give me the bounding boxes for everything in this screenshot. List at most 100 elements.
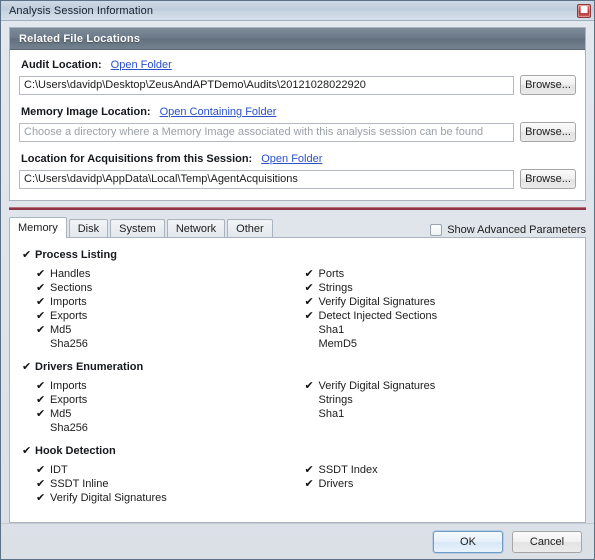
option-sections[interactable]: ✔ Sections [36,281,305,295]
cancel-button[interactable]: Cancel [512,530,582,553]
option-label: SSDT Index [318,464,378,476]
memory-image-location-browse-button[interactable]: Browse... [520,122,576,142]
option-label: Sections [50,282,93,294]
check-icon: ✔ [22,360,32,373]
option-ssdt-inline[interactable]: ✔ SSDT Inline [36,477,305,491]
option-drivers-imports[interactable]: ✔ Imports [36,379,305,393]
option-drivers-md5[interactable]: ✔ Md5 [36,407,305,421]
checkbox-box [430,224,443,236]
option-drivers-exports[interactable]: ✔ Exports [36,393,305,407]
option-sha256[interactable]: Sha256 [36,337,305,351]
dialog-content: Related File Locations Audit Location: O… [1,21,594,523]
check-icon: ✔ [304,477,314,490]
tab-other[interactable]: Other [227,219,273,238]
option-md5[interactable]: ✔ Md5 [36,323,305,337]
tab-strip: Memory Disk System Network Other Show Ad… [9,217,586,238]
check-icon: ✔ [304,309,314,322]
option-label: IDT [50,464,68,476]
acquisitions-location-input-line: Browse... [19,169,576,189]
section-label: Process Listing [35,249,117,261]
option-columns: ✔ Imports ✔ Exports ✔ Md5 Sha256 ✔ Verif… [22,379,573,435]
acquisitions-location-input[interactable] [19,169,514,189]
option-label: Strings [318,394,353,406]
option-column-left: ✔ IDT ✔ SSDT Inline ✔ Verify Digital Sig… [36,463,305,505]
check-icon: ✔ [36,295,46,308]
option-handles[interactable]: ✔ Handles [36,267,305,281]
memory-image-open-containing-folder-link[interactable]: Open Containing Folder [160,106,277,118]
option-detect-injected-sections[interactable]: ✔ Detect Injected Sections [305,309,574,323]
option-sha1[interactable]: Sha1 [305,323,574,337]
close-glyph: ■ [579,5,589,15]
option-label: Imports [50,296,87,308]
audit-location-input[interactable] [19,75,514,95]
window-title: Analysis Session Information [9,4,154,17]
option-column-left: ✔ Imports ✔ Exports ✔ Md5 Sha256 [36,379,305,435]
tab-system[interactable]: System [110,219,165,238]
option-verify-digital-signatures[interactable]: ✔ Verify Digital Signatures [305,295,574,309]
option-label: Sha1 [318,324,345,336]
option-column-right: ✔ SSDT Index ✔ Drivers [305,463,574,505]
tab-network[interactable]: Network [166,219,226,238]
memory-tab-panel: ✔ Process Listing ✔ Handles ✔ Sections ✔… [9,237,586,523]
option-label: SSDT Inline [50,478,109,490]
option-memd5[interactable]: MemD5 [305,337,574,351]
option-drivers-sha256[interactable]: Sha256 [36,421,305,435]
option-label: Verify Digital Signatures [318,380,436,392]
option-imports[interactable]: ✔ Imports [36,295,305,309]
option-label: Sha256 [50,338,88,350]
check-icon: ✔ [304,295,314,308]
show-advanced-parameters-checkbox[interactable]: Show Advanced Parameters [430,224,586,238]
close-icon[interactable]: ■ [577,3,591,18]
section-title-hook-detection[interactable]: ✔ Hook Detection [22,444,573,458]
option-strings[interactable]: ✔ Strings [305,281,574,295]
option-drivers-strings[interactable]: Strings [305,393,574,407]
option-columns: ✔ Handles ✔ Sections ✔ Imports ✔ Exports… [22,267,573,351]
option-label: Md5 [50,324,72,336]
audit-location-browse-button[interactable]: Browse... [520,75,576,95]
audit-location-open-folder-link[interactable]: Open Folder [111,59,172,71]
option-hook-verify-digital-signatures[interactable]: ✔ Verify Digital Signatures [36,491,305,505]
memory-image-location-label-line: Memory Image Location: Open Containing F… [19,106,576,118]
section-label: Hook Detection [35,445,116,457]
related-file-locations-panel: Related File Locations Audit Location: O… [9,27,586,201]
check-icon: ✔ [304,267,314,280]
tab-disk[interactable]: Disk [68,219,109,238]
check-icon: ✔ [304,281,314,294]
acquisitions-location-row: Location for Acquisitions from this Sess… [19,153,576,189]
audit-location-row: Audit Location: Open Folder Browse... [19,59,576,95]
section-title-drivers-enumeration[interactable]: ✔ Drivers Enumeration [22,360,573,374]
memory-image-location-input[interactable] [19,122,514,142]
check-icon: ✔ [36,393,46,406]
option-column-right: ✔ Verify Digital Signatures Strings Sha1 [305,379,574,435]
check-icon: ✔ [36,379,46,392]
option-hook-drivers[interactable]: ✔ Drivers [305,477,574,491]
option-section-process-listing: ✔ Process Listing ✔ Handles ✔ Sections ✔… [22,248,573,351]
memory-image-location-label: Memory Image Location: [21,106,151,118]
acquisitions-location-label-line: Location for Acquisitions from this Sess… [19,153,576,165]
acquisitions-location-browse-button[interactable]: Browse... [520,169,576,189]
acquisitions-location-open-folder-link[interactable]: Open Folder [261,153,322,165]
option-label: Sha256 [50,422,88,434]
acquisitions-location-label: Location for Acquisitions from this Sess… [21,153,253,165]
option-exports[interactable]: ✔ Exports [36,309,305,323]
option-label: Exports [50,310,88,322]
option-ports[interactable]: ✔ Ports [305,267,574,281]
check-icon: ✔ [36,281,46,294]
option-label: Verify Digital Signatures [318,296,436,308]
check-icon: ✔ [36,309,46,322]
option-label: Handles [50,268,91,280]
related-file-locations-body: Audit Location: Open Folder Browse... Me… [10,50,585,200]
option-drivers-sha1[interactable]: Sha1 [305,407,574,421]
option-label: Exports [50,394,88,406]
option-column-left: ✔ Handles ✔ Sections ✔ Imports ✔ Exports… [36,267,305,351]
check-icon: ✔ [22,444,32,457]
section-title-process-listing[interactable]: ✔ Process Listing [22,248,573,262]
option-label: MemD5 [318,338,358,350]
option-idt[interactable]: ✔ IDT [36,463,305,477]
option-section-hook-detection: ✔ Hook Detection ✔ IDT ✔ SSDT Inline ✔ V… [22,444,573,505]
option-drivers-verify-digital-signatures[interactable]: ✔ Verify Digital Signatures [305,379,574,393]
ok-button[interactable]: OK [433,530,503,553]
tab-memory[interactable]: Memory [9,217,67,238]
option-ssdt-index[interactable]: ✔ SSDT Index [305,463,574,477]
check-icon: ✔ [36,267,46,280]
